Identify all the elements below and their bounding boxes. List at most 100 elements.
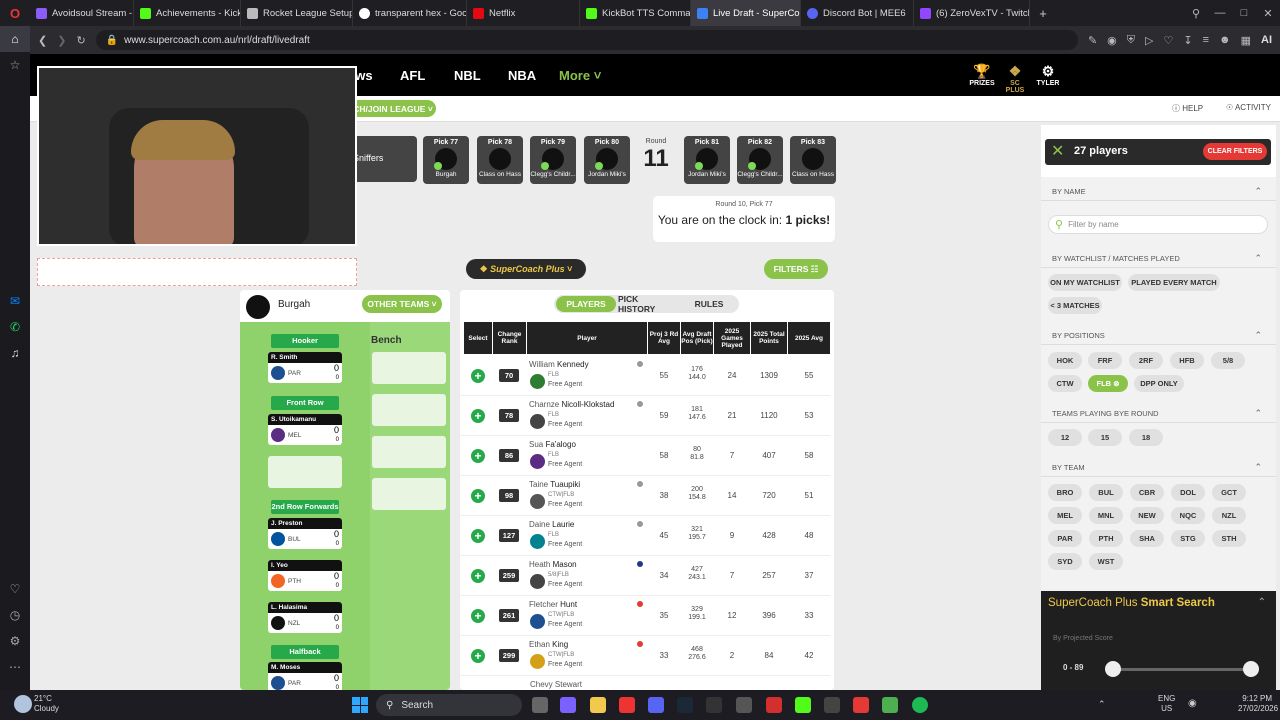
chip-team[interactable]: NZL: [1212, 507, 1246, 524]
player-name[interactable]: Fletcher Hunt: [529, 600, 577, 609]
epic-games-icon[interactable]: [706, 697, 722, 713]
home-icon[interactable]: ⌂: [0, 26, 30, 52]
nav-more-link[interactable]: More ˅: [559, 68, 601, 83]
range-slider-min-handle[interactable]: [1105, 661, 1121, 677]
create-join-league-button[interactable]: CH/JOIN LEAGUE ˅: [350, 100, 436, 117]
bench-slot-empty[interactable]: [372, 478, 446, 510]
add-player-button[interactable]: +: [471, 529, 485, 543]
tab-players[interactable]: PLAYERS: [556, 296, 616, 312]
chip-team[interactable]: PTH: [1089, 530, 1123, 547]
user-button[interactable]: ⚙ TYLER: [1034, 62, 1062, 87]
player-name[interactable]: Heath Mason: [529, 560, 577, 569]
reload-icon[interactable]: ↻: [76, 34, 85, 47]
section-by-positions[interactable]: BY POSITIONS ⌃: [1041, 327, 1276, 345]
section-by-team[interactable]: BY TEAM ⌃: [1041, 459, 1276, 477]
app-icon[interactable]: [824, 697, 840, 713]
chip-dpp-only[interactable]: DPP ONLY: [1134, 375, 1184, 392]
tab-rules[interactable]: RULES: [682, 296, 736, 312]
add-player-button[interactable]: +: [471, 449, 485, 463]
chip-on-my-watchlist[interactable]: ON MY WATCHLIST: [1048, 274, 1122, 291]
collapse-smart-search-icon[interactable]: ⌃: [1258, 597, 1266, 608]
chip-position[interactable]: HOK: [1048, 352, 1082, 369]
pick-card[interactable]: Pick 78 Class on Hass: [477, 136, 523, 184]
chip-team[interactable]: STG: [1171, 530, 1205, 547]
player-name[interactable]: William Kennedy: [529, 360, 589, 369]
table-row[interactable]: +259 Heath Mason 5/8|FLB Free Agent 34 427 243…: [460, 556, 830, 596]
section-by-watchlist[interactable]: BY WATCHLIST / MATCHES PLAYED ⌃: [1041, 250, 1276, 268]
table-row[interactable]: +70 William Kennedy FLB Free Agent 55 176 144.…: [460, 356, 830, 396]
chip-position[interactable]: HFB: [1170, 352, 1204, 369]
chip-team[interactable]: CBR: [1130, 484, 1164, 501]
task-view-icon[interactable]: [532, 697, 548, 713]
add-player-button[interactable]: +: [471, 369, 485, 383]
table-row[interactable]: +261 Fletcher Hunt CTW|FLB Free Agent 35 329 1…: [460, 596, 830, 636]
table-row[interactable]: +127 Daine Laurie FLB Free Agent 45 321 195.7 9…: [460, 516, 830, 556]
pick-card[interactable]: Pick 80 Jordan Miki's: [584, 136, 630, 184]
chip-position[interactable]: 5/8: [1211, 352, 1245, 369]
col-header-change-rank[interactable]: Change Rank: [493, 322, 526, 354]
chip-team[interactable]: BRO: [1048, 484, 1082, 501]
close-filters-icon[interactable]: ✕: [1051, 141, 1064, 161]
table-row[interactable]: +98 Taine Tuaupiki CTW|FLB Free Agent 38 200 1…: [460, 476, 830, 516]
prizes-button[interactable]: 🏆 PRIZES: [968, 62, 996, 87]
browser-tab[interactable]: Netflix: [467, 0, 580, 26]
col-header-total[interactable]: 2025 Total Points: [751, 322, 787, 354]
col-header-player[interactable]: Player: [527, 322, 647, 354]
browser-tab[interactable]: Avoidsoul Stream - Watch: [30, 0, 134, 26]
chip-team[interactable]: MEL: [1048, 507, 1082, 524]
opera-logo-icon[interactable]: O: [0, 6, 30, 21]
heart-icon[interactable]: ♡: [0, 576, 30, 602]
app-icon[interactable]: [766, 697, 782, 713]
filters-button[interactable]: FILTERS ☷: [764, 259, 828, 279]
player-slot[interactable]: R. Smith PAR 0 0: [268, 352, 342, 383]
whatsapp-icon[interactable]: ✆: [0, 314, 30, 340]
player-slot[interactable]: I. Yeo PTH 0 0: [268, 560, 342, 591]
spotify-icon[interactable]: [912, 697, 928, 713]
pick-card[interactable]: Pick 77 Burgah: [423, 136, 469, 184]
add-player-button[interactable]: +: [471, 609, 485, 623]
bench-slot-empty[interactable]: [372, 394, 446, 426]
col-header-games[interactable]: 2025 Games Played: [714, 322, 750, 354]
back-icon[interactable]: ❮: [38, 34, 47, 47]
more-icon[interactable]: ⋯: [0, 654, 30, 680]
other-teams-dropdown[interactable]: OTHER TEAMS ˅: [362, 295, 442, 313]
chip-team[interactable]: BUL: [1089, 484, 1123, 501]
taskbar-search[interactable]: ⚲ Search: [376, 694, 522, 716]
chip-team[interactable]: STH: [1212, 530, 1246, 547]
player-slot-empty[interactable]: [268, 456, 342, 488]
nav-nbl-link[interactable]: NBL: [454, 68, 481, 83]
extension-icon[interactable]: ▦: [1241, 34, 1251, 47]
range-slider-max-handle[interactable]: [1243, 661, 1259, 677]
help-link[interactable]: ⓘ HELP: [1172, 103, 1203, 114]
table-row[interactable]: +78 Charnze Nicoll-Klokstad FLB Free Agent 5…: [460, 396, 830, 436]
search-tabs-icon[interactable]: ⚲: [1184, 7, 1208, 20]
chip-bye-round[interactable]: 18: [1129, 429, 1163, 446]
chip-position[interactable]: CTW: [1048, 375, 1082, 392]
sc-plus-button[interactable]: ❖ SC PLUS: [1001, 62, 1029, 94]
music-icon[interactable]: ♫: [0, 340, 30, 366]
bookmarks-icon[interactable]: ☆: [0, 52, 30, 78]
edit-icon[interactable]: ✎: [1088, 34, 1097, 47]
player-name[interactable]: Charnze Nicoll-Klokstad: [529, 400, 614, 409]
chip-team[interactable]: WST: [1089, 553, 1123, 570]
chip-bye-round[interactable]: 15: [1088, 429, 1122, 446]
app-icon[interactable]: [736, 697, 752, 713]
nav-afl-link[interactable]: AFL: [400, 68, 425, 83]
shield-icon[interactable]: ⛨: [1127, 34, 1135, 47]
language-indicator[interactable]: ENG US: [1158, 694, 1175, 714]
clear-filters-button[interactable]: CLEAR FILTERS: [1203, 143, 1267, 160]
add-player-button[interactable]: +: [471, 489, 485, 503]
clock[interactable]: 9:12 PM 27/02/2026: [1238, 694, 1278, 714]
browser-tab-active[interactable]: Live Draft - SuperCoach |: [691, 0, 801, 26]
player-slot[interactable]: J. Preston BUL 0 0: [268, 518, 342, 549]
chip-team[interactable]: GCT: [1212, 484, 1246, 501]
new-tab-button[interactable]: +: [1030, 6, 1056, 21]
steam-icon[interactable]: [677, 697, 693, 713]
wifi-icon[interactable]: ◉: [1188, 698, 1197, 709]
file-explorer-icon[interactable]: [590, 697, 606, 713]
download-icon[interactable]: ↧: [1183, 34, 1192, 47]
heart-outline-icon[interactable]: ♡: [1164, 34, 1174, 47]
windows-start-icon[interactable]: [352, 697, 368, 713]
forward-icon[interactable]: ❯: [57, 34, 66, 47]
tray-overflow-icon[interactable]: ⌃: [1098, 699, 1106, 710]
